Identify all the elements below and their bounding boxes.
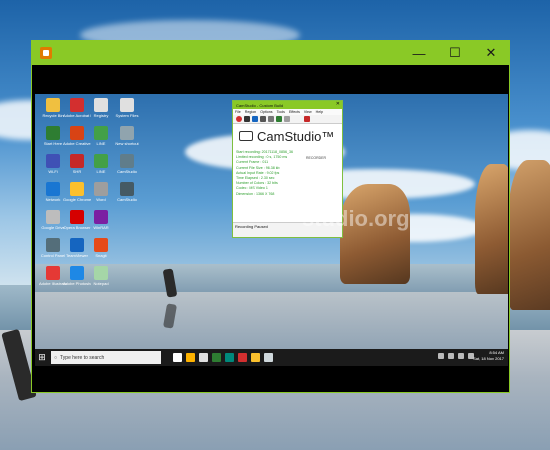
app-icon — [46, 126, 60, 140]
taskbar-app-icon[interactable] — [264, 353, 273, 362]
app-icon — [70, 266, 84, 280]
system-tray-icons — [438, 353, 474, 359]
desktop-icon-label: LINE — [96, 169, 106, 174]
taskbar-app-icon[interactable] — [199, 353, 208, 362]
desktop-icon-label: Notepad — [93, 281, 109, 286]
minimize-button[interactable]: — — [401, 41, 437, 65]
app-icon — [46, 98, 60, 112]
app-icon — [120, 154, 134, 168]
pause-icon[interactable] — [244, 116, 250, 122]
app-icon — [94, 98, 108, 112]
camera-logo-icon — [239, 131, 253, 141]
stop-icon[interactable] — [252, 116, 258, 122]
camstudio-player-window: — ☐ ✕ Recycle BinAdobe Acrobat DCRegistr… — [31, 40, 510, 393]
app-icon — [120, 126, 134, 140]
taskbar-app-icon[interactable] — [173, 353, 182, 362]
desktop-icon-label: New shortcut — [115, 141, 139, 146]
menu-options[interactable]: Options — [260, 110, 272, 114]
region-icon[interactable] — [260, 116, 266, 122]
desktop-icon-label: System Files — [115, 113, 139, 118]
app-icon — [94, 266, 108, 280]
desktop-icon-label: WinRAR — [93, 225, 109, 230]
share-icon[interactable] — [304, 116, 310, 122]
app-icon — [46, 210, 60, 224]
app-icon — [46, 238, 60, 252]
menu-tools[interactable]: Tools — [277, 110, 285, 114]
app-icon — [70, 126, 84, 140]
desktop-icon[interactable]: System Files — [113, 98, 141, 118]
app-icon — [94, 210, 108, 224]
taskbar-app-icon[interactable] — [186, 353, 195, 362]
desktop-icon-label: LINE — [96, 141, 106, 146]
clock-date: Sat, 18 Nov 2017 — [473, 356, 504, 361]
desktop-icon-label: CamStudio — [117, 197, 137, 202]
app-icon — [94, 182, 108, 196]
app-icon — [70, 154, 84, 168]
taskbar-app-icon[interactable] — [251, 353, 260, 362]
taskbar-app-icon[interactable] — [212, 353, 221, 362]
desktop-icon[interactable]: CamStudio — [113, 154, 141, 174]
app-icon — [46, 154, 60, 168]
menu-region[interactable]: Region — [245, 110, 256, 114]
taskbar: ⊞ ○ Type here to search 8:54 AM Sat, 18 … — [35, 349, 508, 366]
app-icon — [120, 98, 134, 112]
app-icon — [94, 126, 108, 140]
menu-view[interactable]: View — [304, 110, 312, 114]
menu-help[interactable]: Help — [316, 110, 323, 114]
desktop-icon[interactable]: Snagit — [87, 238, 115, 258]
app-icon — [94, 238, 108, 252]
search-icon: ○ — [54, 354, 58, 361]
desktop-icon-label: Registry — [93, 113, 109, 118]
search-placeholder: Type here to search — [60, 354, 105, 361]
taskbar-clock[interactable]: 8:54 AM Sat, 18 Nov 2017 — [473, 350, 504, 362]
app-icon — [70, 98, 84, 112]
camstudio-logo: CamStudio™ RECORDER — [233, 124, 342, 160]
desktop-icon-label: Snagit — [95, 253, 107, 258]
desktop-icon[interactable]: Word — [87, 182, 115, 202]
menu-effects[interactable]: Effects — [289, 110, 300, 114]
camstudio-close-icon[interactable]: ✕ — [336, 101, 340, 107]
app-icon — [46, 266, 60, 280]
desktop-icon[interactable]: New shortcut — [113, 126, 141, 146]
desktop-icon[interactable]: WinRAR — [87, 210, 115, 230]
app-icon — [46, 182, 60, 196]
camstudio-titlebar[interactable]: CamStudio - Custom Build ✕ — [233, 101, 342, 109]
camstudio-title: CamStudio - Custom Build — [236, 102, 284, 108]
window-titlebar[interactable]: — ☐ ✕ — [32, 41, 509, 65]
settings-icon[interactable] — [284, 116, 290, 122]
annotation-icon[interactable] — [276, 116, 282, 122]
record-icon[interactable] — [236, 116, 242, 122]
desktop-icon-label: CamStudio — [117, 169, 137, 174]
info-line: Dimension : 1366 X 768 — [236, 191, 275, 196]
taskbar-app-icon[interactable] — [225, 353, 234, 362]
desktop-icon[interactable]: LINE — [87, 126, 115, 146]
app-icon — [40, 47, 52, 59]
desktop-icon[interactable]: Registry — [87, 98, 115, 118]
app-icon — [94, 154, 108, 168]
desktop-icon[interactable]: CamStudio — [113, 182, 141, 202]
camstudio-logo-sub: RECORDER — [306, 156, 327, 160]
camera-icon[interactable] — [268, 116, 274, 122]
windows-start-icon[interactable]: ⊞ — [35, 349, 49, 366]
desktop-icon-label: Word — [96, 197, 106, 202]
camstudio-logo-name: CamStudio™ — [257, 128, 335, 144]
app-icon — [70, 182, 84, 196]
taskbar-app-icon[interactable] — [238, 353, 247, 362]
maximize-button[interactable]: ☐ — [437, 41, 473, 65]
camstudio-toolbar — [233, 115, 342, 124]
desktop-icon[interactable]: LINE — [87, 154, 115, 174]
close-button[interactable]: ✕ — [473, 41, 509, 65]
desktop-icon[interactable]: Notepad — [87, 266, 115, 286]
menu-file[interactable]: File — [235, 110, 241, 114]
watermark: studio.org — [302, 206, 410, 231]
app-icon — [70, 210, 84, 224]
taskbar-search-box[interactable]: ○ Type here to search — [51, 351, 161, 364]
app-icon — [120, 182, 134, 196]
app-icon — [70, 238, 84, 252]
